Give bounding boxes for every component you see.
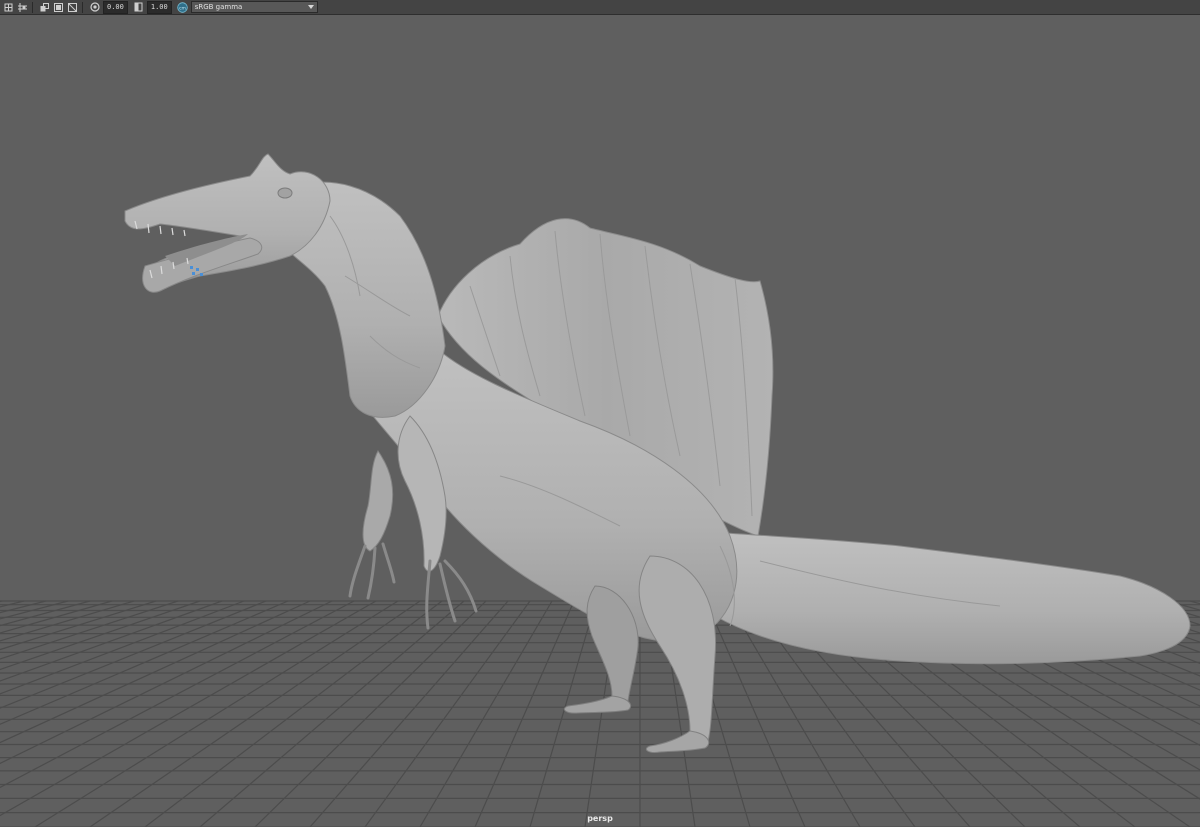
gamma-field[interactable]: 1.00 bbox=[146, 0, 172, 14]
grid-line bbox=[474, 600, 575, 827]
toolbar-separator bbox=[82, 1, 83, 13]
chevron-down-icon bbox=[307, 5, 314, 9]
viewport-canvas bbox=[0, 153, 1200, 827]
grid-line bbox=[364, 600, 531, 827]
near-foot bbox=[645, 730, 710, 753]
toolbar-left-icons: 0.00 1.00 cm sRGB gamma bbox=[0, 0, 318, 15]
exposure-icon[interactable] bbox=[89, 2, 100, 13]
grid-line bbox=[0, 600, 3, 603]
camera-label: persp bbox=[587, 814, 613, 823]
grid-line bbox=[0, 600, 91, 627]
viewport-toolbar: 0.00 1.00 cm sRGB gamma bbox=[0, 0, 1200, 15]
grid-line bbox=[0, 600, 135, 642]
grid-line bbox=[0, 600, 289, 725]
color-space-dropdown[interactable]: sRGB gamma bbox=[190, 1, 318, 13]
grid-line bbox=[0, 600, 69, 620]
gate-mask-icon[interactable] bbox=[53, 2, 64, 13]
grid-line bbox=[309, 600, 509, 827]
far-hand-claws bbox=[348, 542, 396, 600]
perspective-viewport[interactable]: persp bbox=[0, 16, 1200, 827]
film-gate-icon[interactable] bbox=[39, 2, 50, 13]
grid-line bbox=[419, 600, 553, 827]
grid-icon[interactable] bbox=[3, 2, 14, 13]
grid-line bbox=[529, 600, 597, 827]
resolution-gate-icon[interactable] bbox=[17, 2, 28, 13]
svg-text:cm: cm bbox=[179, 6, 186, 11]
grid-line bbox=[0, 600, 377, 817]
far-foot bbox=[563, 695, 632, 714]
grid-line bbox=[144, 600, 443, 827]
toolbar-separator bbox=[32, 1, 33, 13]
grid-line bbox=[199, 600, 465, 827]
exposure-field[interactable]: 0.00 bbox=[103, 0, 128, 14]
far-arm bbox=[362, 450, 394, 552]
grid-line bbox=[0, 600, 333, 765]
eye bbox=[277, 187, 293, 199]
tail bbox=[699, 530, 1191, 665]
color-management-icon[interactable]: cm bbox=[177, 1, 188, 13]
grid-line bbox=[34, 600, 399, 827]
safe-action-icon[interactable] bbox=[67, 2, 78, 13]
gamma-icon[interactable] bbox=[133, 2, 144, 13]
color-space-label: sRGB gamma bbox=[194, 3, 243, 11]
grid-line bbox=[0, 600, 113, 634]
